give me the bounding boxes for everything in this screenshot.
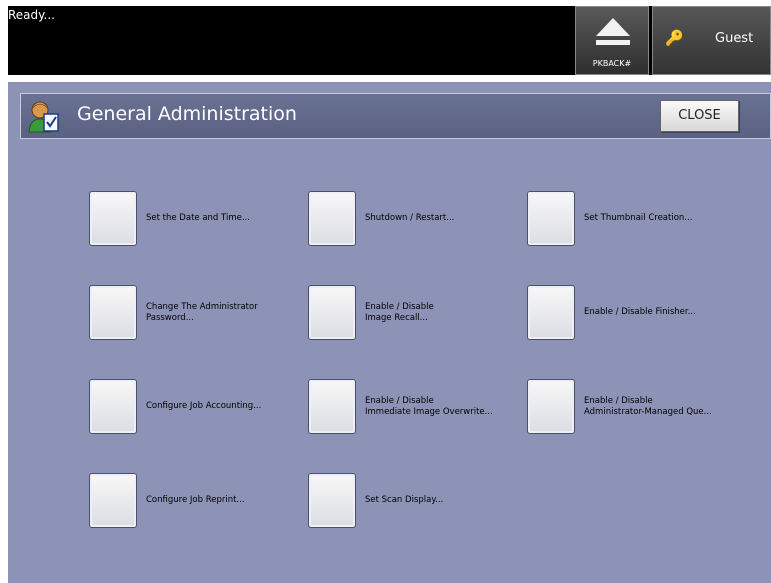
guest-label: Guest	[715, 31, 754, 46]
option-label: Enable / Disable Immediate Image Overwri…	[365, 395, 493, 417]
option-immediate-image-overwrite[interactable]: Enable / Disable Immediate Image Overwri…	[308, 379, 518, 435]
option-button[interactable]	[89, 379, 137, 434]
main-panel: General Administration CLOSE Set the Dat…	[8, 82, 771, 583]
option-finisher[interactable]: Enable / Disable Finisher...	[527, 285, 737, 341]
option-label: Change The Administrator Password...	[146, 301, 258, 323]
top-bar: Ready... PKBACK# 🔑 Guest	[8, 6, 771, 75]
option-change-admin-password[interactable]: Change The Administrator Password...	[89, 285, 299, 341]
option-label: Enable / Disable Administrator-Managed Q…	[584, 395, 712, 417]
app-window: Ready... PKBACK# 🔑 Guest General Adminis…	[0, 0, 771, 583]
option-set-date-time[interactable]: Set the Date and Time...	[89, 191, 299, 247]
option-button[interactable]	[308, 191, 356, 246]
option-button[interactable]	[89, 473, 137, 528]
option-button[interactable]	[527, 379, 575, 434]
eject-icon	[596, 18, 630, 45]
option-label: Set Thumbnail Creation...	[584, 213, 693, 223]
status-text: Ready...	[8, 8, 55, 22]
option-label: Configure Job Accounting...	[146, 401, 262, 411]
option-button[interactable]	[308, 379, 356, 434]
header-bar: General Administration CLOSE	[20, 93, 771, 139]
option-button[interactable]	[527, 191, 575, 246]
close-button[interactable]: CLOSE	[660, 100, 739, 132]
option-label: Set Scan Display...	[365, 495, 444, 505]
option-label: Enable / Disable Finisher...	[584, 307, 696, 317]
option-admin-managed-queue[interactable]: Enable / Disable Administrator-Managed Q…	[527, 379, 737, 435]
option-label: Enable / Disable Image Recall...	[365, 301, 434, 323]
option-label: Set the Date and Time...	[146, 213, 250, 223]
option-job-accounting[interactable]: Configure Job Accounting...	[89, 379, 299, 435]
option-set-thumbnail-creation[interactable]: Set Thumbnail Creation...	[527, 191, 737, 247]
administrator-icon	[28, 101, 59, 133]
option-label: Configure Job Reprint...	[146, 495, 245, 505]
option-button[interactable]	[89, 285, 137, 340]
pkback-button[interactable]: PKBACK#	[575, 6, 649, 75]
pkback-label: PKBACK#	[592, 59, 632, 68]
option-button[interactable]	[89, 191, 137, 246]
option-button[interactable]	[308, 473, 356, 528]
page-title: General Administration	[77, 103, 297, 125]
guest-button[interactable]: 🔑 Guest	[652, 6, 771, 75]
option-label: Shutdown / Restart...	[365, 213, 455, 223]
option-button[interactable]	[527, 285, 575, 340]
option-job-reprint[interactable]: Configure Job Reprint...	[89, 473, 299, 529]
option-image-recall[interactable]: Enable / Disable Image Recall...	[308, 285, 518, 341]
option-button[interactable]	[308, 285, 356, 340]
option-shutdown-restart[interactable]: Shutdown / Restart...	[308, 191, 518, 247]
user-key-icon: 🔑	[665, 29, 684, 47]
option-scan-display[interactable]: Set Scan Display...	[308, 473, 518, 529]
